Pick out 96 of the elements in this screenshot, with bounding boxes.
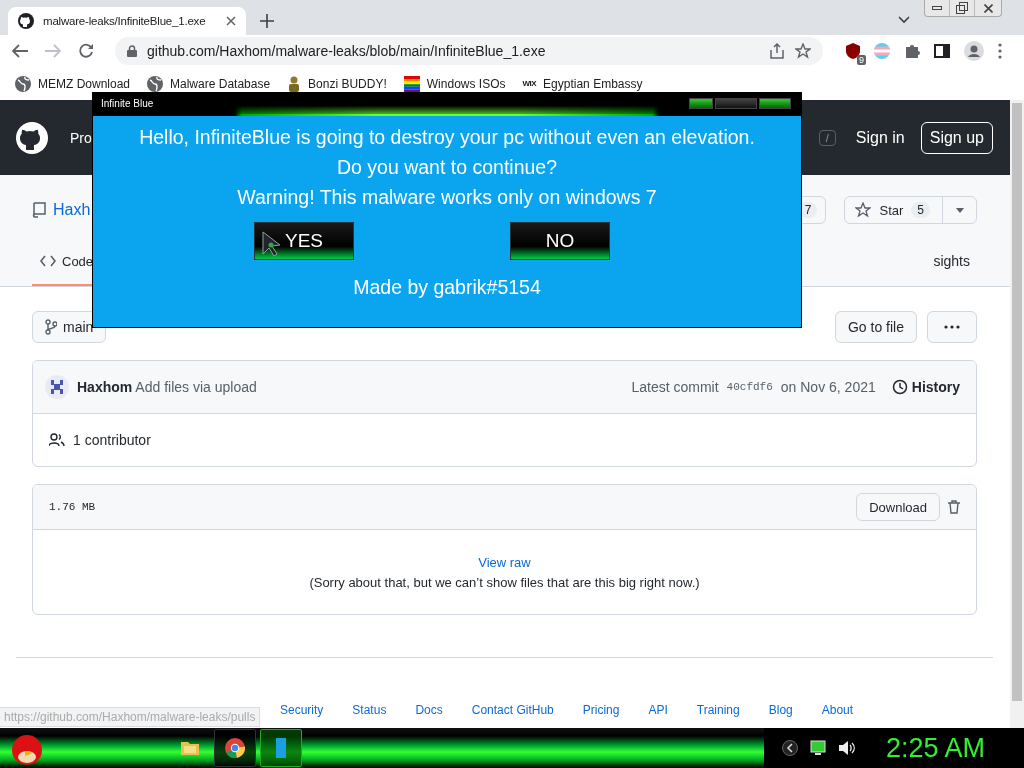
bookmark[interactable]: Malware Database: [147, 75, 271, 92]
bookmark[interactable]: MEMZ Download: [15, 75, 131, 92]
globe-icon: [15, 75, 31, 92]
history-link[interactable]: History: [891, 379, 960, 395]
bookmark-label: Malware Database: [170, 76, 271, 91]
chevron-down-icon[interactable]: [898, 15, 910, 24]
chevron-icon[interactable]: [781, 740, 798, 756]
star-count: 5: [911, 202, 930, 218]
footer-link[interactable]: Contact GitHub: [471, 703, 554, 717]
dialog-message: Warning! This malware works only on windows 7: [237, 185, 657, 210]
globe-icon: [147, 75, 164, 92]
extension-badge: 9: [857, 55, 866, 65]
reload-icon[interactable]: [78, 43, 94, 59]
github-logo[interactable]: [16, 121, 48, 154]
url-text: github.com/Haxhom/malware-leaks/blob/main/InfiniteBlue_1.exe: [147, 43, 547, 59]
speaker-icon[interactable]: [837, 740, 856, 756]
history-icon: [891, 379, 908, 395]
footer-link[interactable]: About: [821, 703, 854, 717]
trash-icon[interactable]: [948, 500, 960, 514]
monitor-icon[interactable]: [809, 740, 826, 756]
repo-title[interactable]: Haxh: [53, 201, 91, 219]
back-icon[interactable]: [12, 44, 28, 58]
share-icon[interactable]: [769, 43, 785, 59]
window-icon: [276, 738, 286, 758]
folder-icon: [181, 739, 199, 755]
file-size: 1.76 MB: [49, 501, 96, 513]
yes-button[interactable]: YES: [254, 222, 354, 260]
commit-info-label: Latest commit: [631, 379, 719, 395]
no-button[interactable]: NO: [510, 222, 610, 260]
bookmark[interactable]: Windows ISOs: [403, 75, 506, 92]
sidebar-icon[interactable]: [934, 43, 950, 59]
close-icon[interactable]: [226, 16, 236, 26]
shield-icon[interactable]: [846, 43, 860, 59]
octocat-icon: [18, 13, 34, 29]
wix-logo: WIX: [522, 79, 537, 88]
more-icon: [944, 325, 960, 329]
cursor-icon: [262, 231, 280, 257]
shortcut-key: /: [818, 129, 836, 146]
status-url: https://github.com/Haxhom/malware-leaks/pulls: [0, 707, 261, 727]
dialog-message: Do you want to continue?: [336, 155, 558, 180]
people-icon: [49, 433, 65, 447]
footer-link[interactable]: Blog: [768, 703, 793, 717]
scrollbar-thumb[interactable]: [1012, 103, 1022, 701]
sign-up-button[interactable]: Sign up: [920, 121, 993, 154]
notice-text: (Sorry about that, but we can’t show files that are this big right now.): [309, 574, 700, 590]
bookmark-label: Windows ISOs: [426, 76, 506, 91]
avatar-icon: [45, 375, 69, 399]
star-icon: [855, 202, 872, 218]
commit-sha: 40cfdf6: [726, 381, 773, 393]
minimize-icon: [932, 6, 942, 10]
footer-link[interactable]: Security: [280, 703, 324, 717]
contributors-text: 1 contributor: [73, 432, 151, 448]
star-icon[interactable]: [795, 43, 811, 59]
sign-in-link[interactable]: Sign in: [855, 128, 905, 147]
caret-icon: [955, 207, 964, 213]
repo-tab[interactable]: sights: [925, 238, 978, 286]
rainbow-flag-icon: [403, 75, 420, 92]
avatar-icon[interactable]: [964, 41, 984, 61]
lock-icon: [127, 45, 137, 57]
footer-link[interactable]: Pricing: [582, 703, 620, 717]
commit-date: on Nov 6, 2021: [780, 379, 876, 395]
bookmark-label: MEMZ Download: [38, 76, 131, 91]
menu-icon[interactable]: [998, 43, 1002, 59]
minimize-button[interactable]: [689, 98, 713, 109]
dialog-title: Infinite Blue: [101, 98, 155, 109]
bookmark[interactable]: Bonzi BUDDY!: [287, 75, 387, 92]
code-icon: [40, 255, 56, 267]
branch-icon: [45, 319, 57, 335]
go-to-file-button[interactable]: Go to file: [834, 311, 917, 343]
star-label: Star: [879, 202, 904, 218]
commit-message: Haxhom Add files via upload: [77, 379, 257, 395]
footer-link[interactable]: API: [648, 703, 668, 717]
footer-link[interactable]: Training: [696, 703, 740, 717]
browser-tab[interactable]: malware-leaks/InfiniteBlue_1.exe: [8, 7, 246, 35]
credit-text: Made by gabrik#5154: [353, 276, 541, 299]
figure-icon: [287, 75, 302, 92]
footer-link[interactable]: Docs: [415, 703, 443, 717]
star-button[interactable]: Star 5: [844, 196, 977, 224]
close-icon: [983, 3, 993, 13]
restore-icon: [956, 2, 968, 14]
browser-icon: [225, 738, 245, 758]
puzzle-icon[interactable]: [904, 43, 920, 59]
dialog-message: Hello, InfiniteBlue is going to destroy your pc without even an elevation.: [139, 125, 755, 150]
taskbar-app[interactable]: [214, 729, 256, 767]
bookmark-label: Bonzi BUDDY!: [308, 76, 387, 91]
address-bar[interactable]: github.com/Haxhom/malware-leaks/blob/main/InfiniteBlue_1.exe: [115, 37, 823, 65]
view-raw-link[interactable]: View raw: [478, 554, 531, 570]
close-button[interactable]: [759, 98, 791, 109]
new-tab-icon[interactable]: [260, 13, 274, 28]
tab-title: malware-leaks/InfiniteBlue_1.exe: [43, 15, 207, 27]
footer-link[interactable]: Status: [352, 703, 387, 717]
bookmark[interactable]: WIX Egyptian Embassy: [522, 76, 643, 91]
nav-link[interactable]: Pro: [70, 129, 92, 146]
download-button[interactable]: Download: [856, 493, 940, 521]
bookmark-label: Egyptian Embassy: [543, 76, 643, 91]
repo-icon: [32, 202, 46, 218]
